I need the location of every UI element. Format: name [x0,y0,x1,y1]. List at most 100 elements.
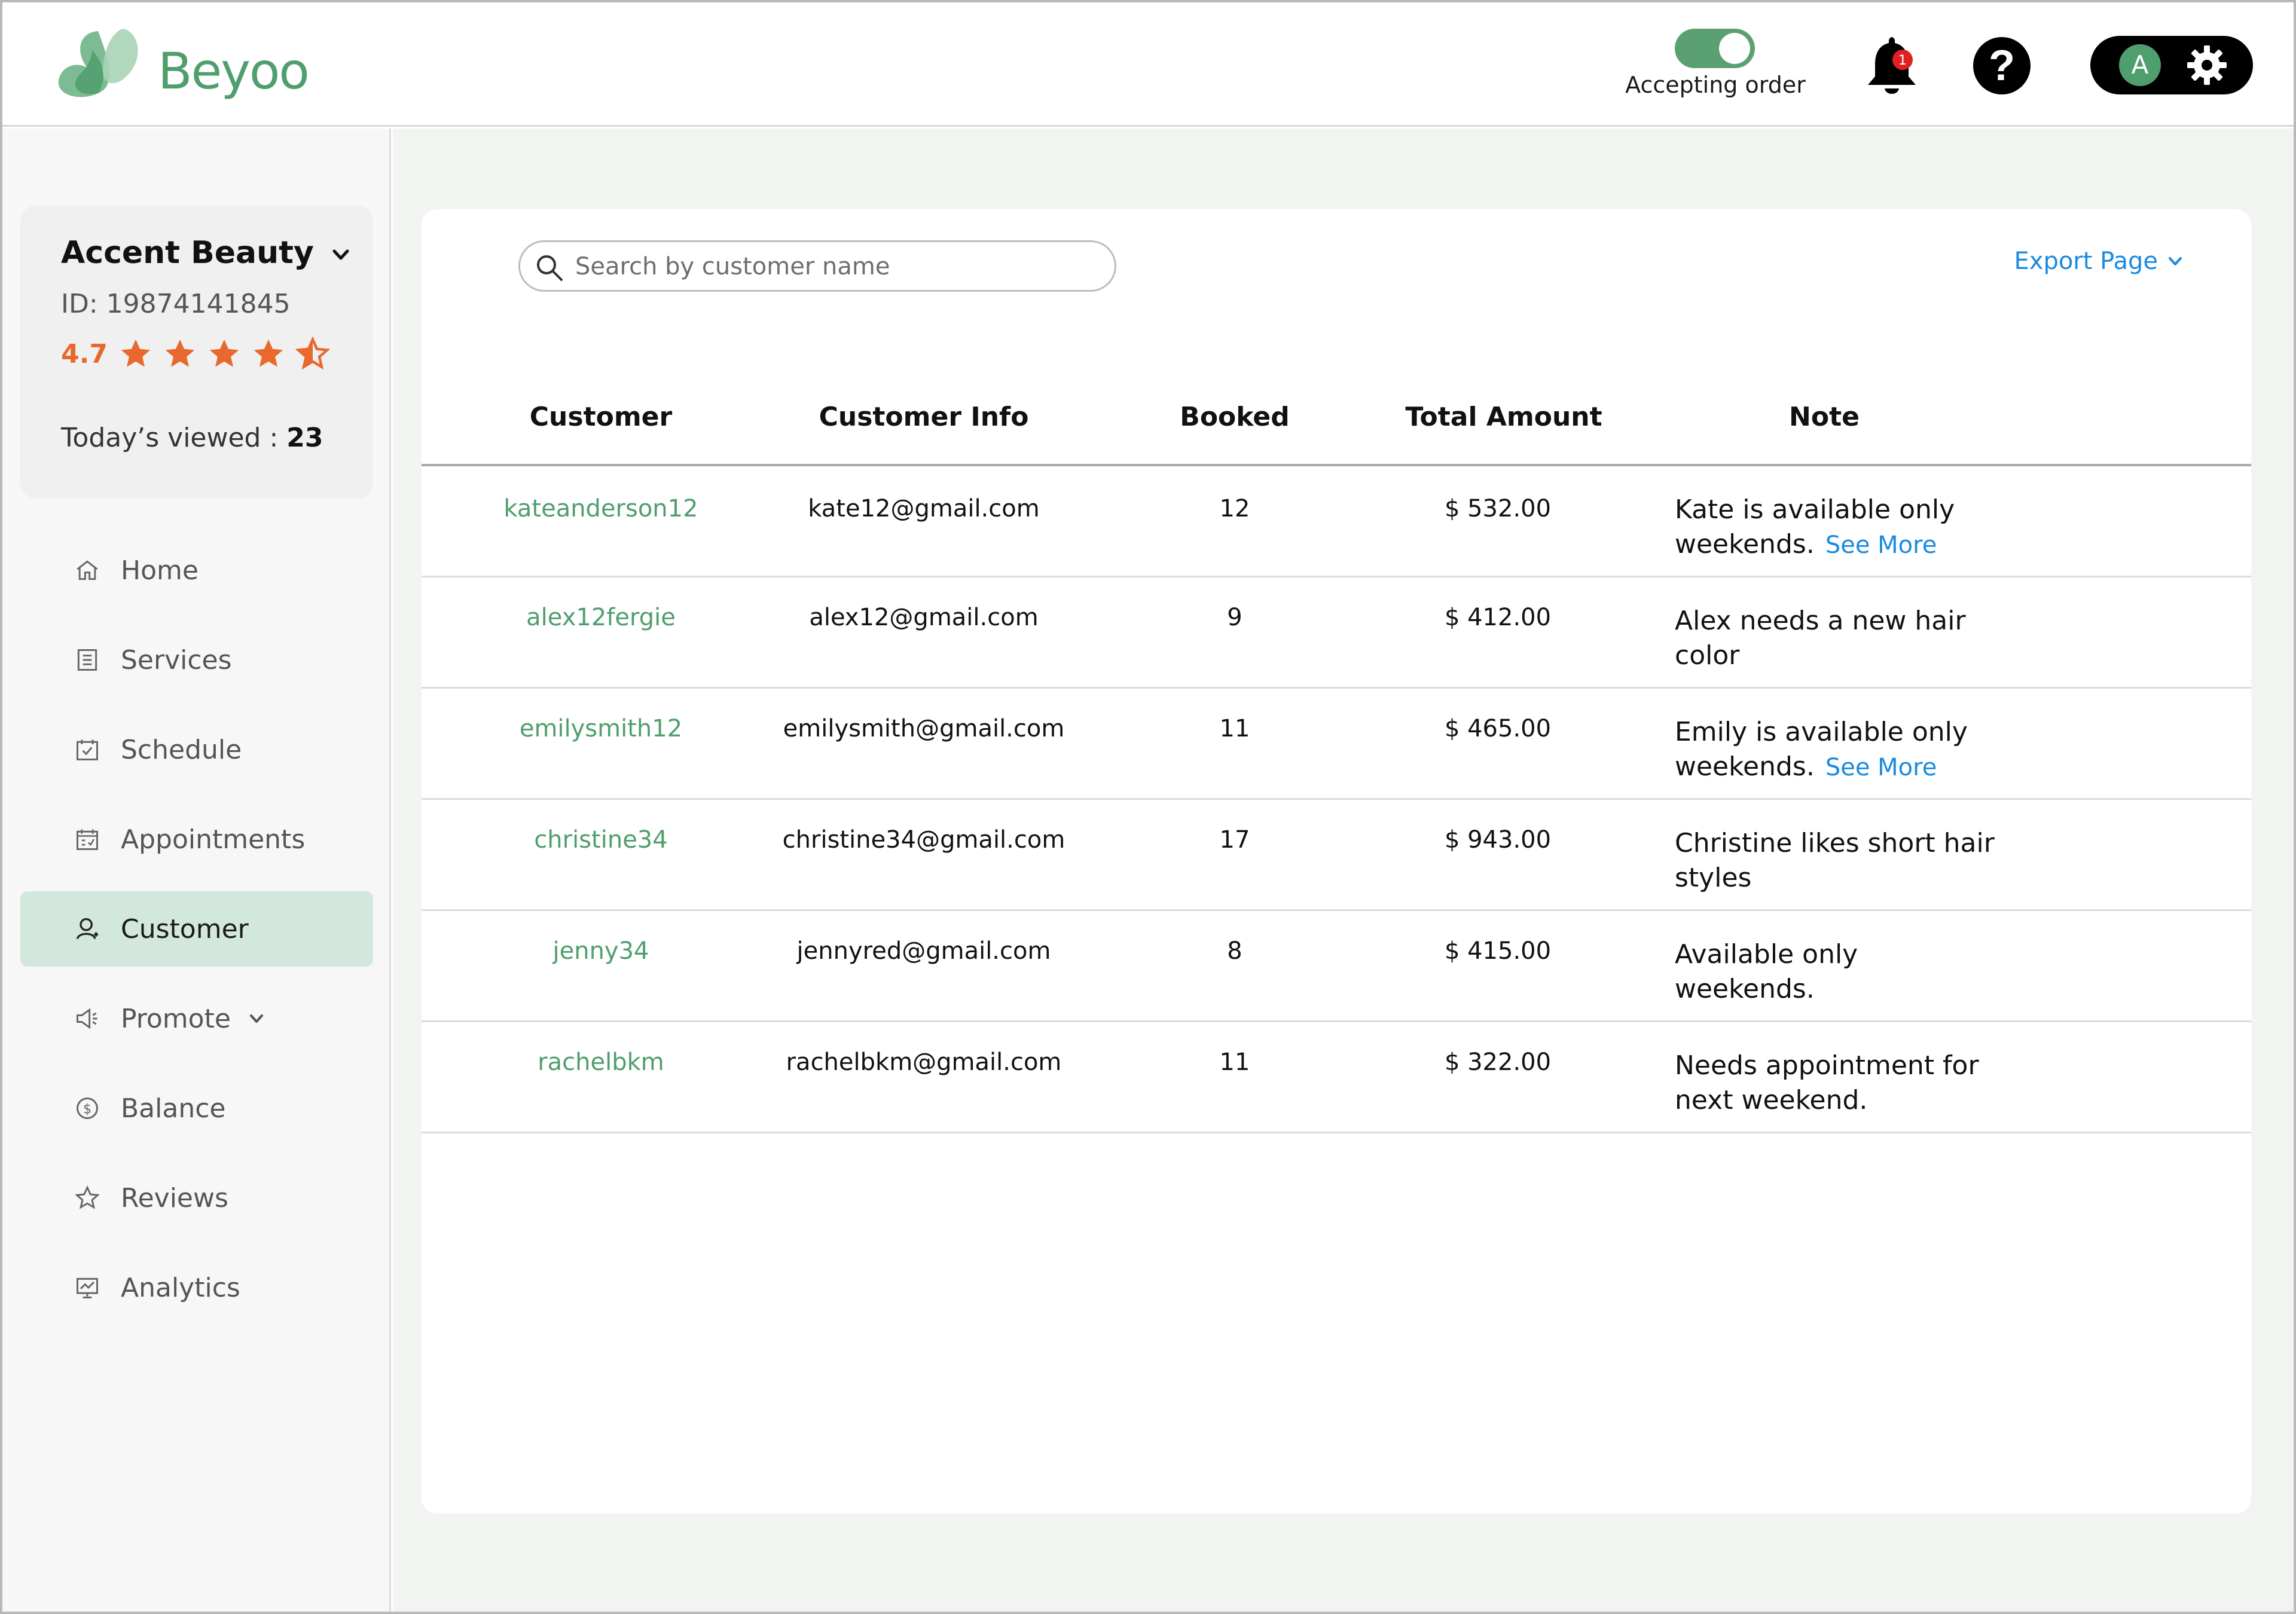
rating-value: 4.7 [61,338,108,369]
star-icon [209,339,239,367]
customer-link[interactable]: jenny34 [422,937,780,965]
sidebar-item-home[interactable]: Home [20,533,373,608]
see-more-link[interactable]: See More [1825,531,1937,559]
customer-link[interactable]: emilysmith12 [422,715,780,742]
note-line: weekends. [1675,974,1815,1004]
total-amount: $ 415.00 [1444,937,1552,965]
booked-count: 11 [1219,715,1250,742]
half-star-icon [295,337,330,370]
help-icon[interactable]: ? [1973,37,2031,94]
note-line: Needs appointment for [1675,1050,1979,1081]
note: Kate is available only weekends. See More [1675,493,2010,563]
customer-email: alex12@gmail.com [809,604,1039,631]
table-row[interactable]: jenny34 jennyred@gmail.com 8 $ 415.00 Av… [422,911,2251,1022]
sidebar-item-reviews[interactable]: Reviews [20,1160,373,1236]
customer-link[interactable]: christine34 [422,826,780,854]
megaphone-icon [77,1008,97,1029]
business-selector[interactable]: Accent Beauty [61,235,351,271]
star-icon [75,1185,100,1209]
total-amount: $ 322.00 [1444,1049,1552,1076]
star-icon [165,339,195,367]
customer-link[interactable]: kateanderson12 [422,495,780,522]
home-icon [77,560,98,580]
calendar-check-icon [77,739,98,760]
business-id: ID: 19874141845 [61,289,291,319]
sidebar-item-appointments[interactable]: Appointments [20,802,373,877]
table-row[interactable]: alex12fergie alex12@gmail.com 9 $ 412.00… [422,577,2251,689]
business-name: Accent Beauty [61,235,314,271]
sidebar-nav: Home Services Schedule Appointments Cust… [20,533,373,1340]
column-header-booked[interactable]: Booked [1127,402,1342,432]
brand-name: Beyoo [158,42,310,100]
column-header-total-amount[interactable]: Total Amount [1390,402,1617,432]
note-line: Kate is available only [1675,494,1955,525]
column-header-customer[interactable]: Customer [422,402,780,432]
customer-link[interactable]: rachelbkm [422,1049,780,1076]
calendar-icon [77,829,98,850]
sidebar-item-schedule[interactable]: Schedule [20,712,373,787]
note: Emily is available only weekends. See Mor… [1675,715,2010,785]
note-line: styles [1675,863,1752,893]
accepting-order-toggle[interactable]: Accepting order [1617,26,1814,104]
toggle-label: Accepting order [1625,72,1806,98]
table-row[interactable]: emilysmith12 emilysmith@gmail.com 11 $ 4… [422,689,2251,800]
note-line: next weekend. [1675,1085,1868,1115]
toggle-knob [1719,33,1750,64]
export-page-button[interactable]: Export Page [2014,247,2185,275]
sidebar-item-label: Appointments [121,824,306,855]
toggle-switch[interactable] [1675,29,1755,68]
sidebar-item-services[interactable]: Services [20,622,373,698]
gear-icon[interactable] [2186,44,2228,86]
note: Alex needs a new hair color [1675,604,2010,673]
table-row[interactable]: christine34 christine34@gmail.com 17 $ 9… [422,800,2251,911]
booked-count: 8 [1227,937,1242,965]
sidebar-item-label: Customer [121,913,249,944]
viewed-count: 23 [286,423,323,453]
sidebar-item-balance[interactable]: $ Balance [20,1071,373,1146]
see-more-link[interactable]: See More [1825,754,1937,781]
sidebar-item-analytics[interactable]: Analytics [20,1250,373,1325]
table-row[interactable]: rachelbkm rachelbkm@gmail.com 11 $ 322.0… [422,1022,2251,1133]
note: Needs appointment for next weekend. [1675,1049,2010,1118]
chevron-down-icon [332,249,349,260]
column-header-customer-info[interactable]: Customer Info [768,402,1079,432]
sidebar-item-label: Schedule [121,734,242,765]
chart-icon [77,1277,98,1298]
sidebar-item-customer[interactable]: Customer [20,891,373,967]
sidebar-item-label: Analytics [121,1272,240,1303]
table-header: Customer Customer Info Booked Total Amou… [422,389,2251,466]
note-line: Alex needs a new hair [1675,606,1966,636]
search-box[interactable] [518,240,1116,292]
note-line: Christine likes short hair [1675,828,1995,858]
star-icon [254,339,283,367]
sidebar-item-label: Balance [121,1093,226,1124]
brand-logo[interactable]: Beyoo [56,26,310,110]
table-row[interactable]: kateanderson12 kate12@gmail.com 12 $ 532… [422,466,2251,577]
sidebar: Accent Beauty ID: 19874141845 4.7 Today’… [2,129,391,1612]
note: Christine likes short hair styles [1675,826,2010,895]
butterfly-logo-icon [58,29,138,97]
sidebar-item-label: Services [121,644,232,675]
sidebar-item-label: Promote [121,1003,231,1034]
notification-count: 1 [1898,53,1907,68]
column-header-note[interactable]: Note [1675,402,1974,432]
rating: 4.7 [61,333,340,375]
customer-panel: Export Page Customer Customer Info Booke… [422,209,2251,1514]
avatar[interactable]: A [2119,44,2161,86]
note: Available only weekends. [1675,937,2010,1007]
bell-icon[interactable]: 1 [1862,33,1922,99]
account-menu[interactable]: A [2090,36,2253,94]
note-line: weekends. [1675,529,1815,560]
customer-link[interactable]: alex12fergie [422,604,780,631]
search-input[interactable] [575,248,1101,285]
sidebar-item-promote[interactable]: Promote [20,981,373,1056]
chevron-down-icon [2169,257,2182,265]
chevron-down-icon [249,1014,263,1023]
customer-email: emilysmith@gmail.com [783,715,1065,742]
note-line: Emily is available only [1675,717,1968,747]
sidebar-item-label: Reviews [121,1182,228,1213]
customer-email: jennyred@gmail.com [796,937,1051,965]
total-amount: $ 943.00 [1444,826,1552,854]
star-icon [121,339,151,367]
total-amount: $ 465.00 [1444,715,1552,742]
